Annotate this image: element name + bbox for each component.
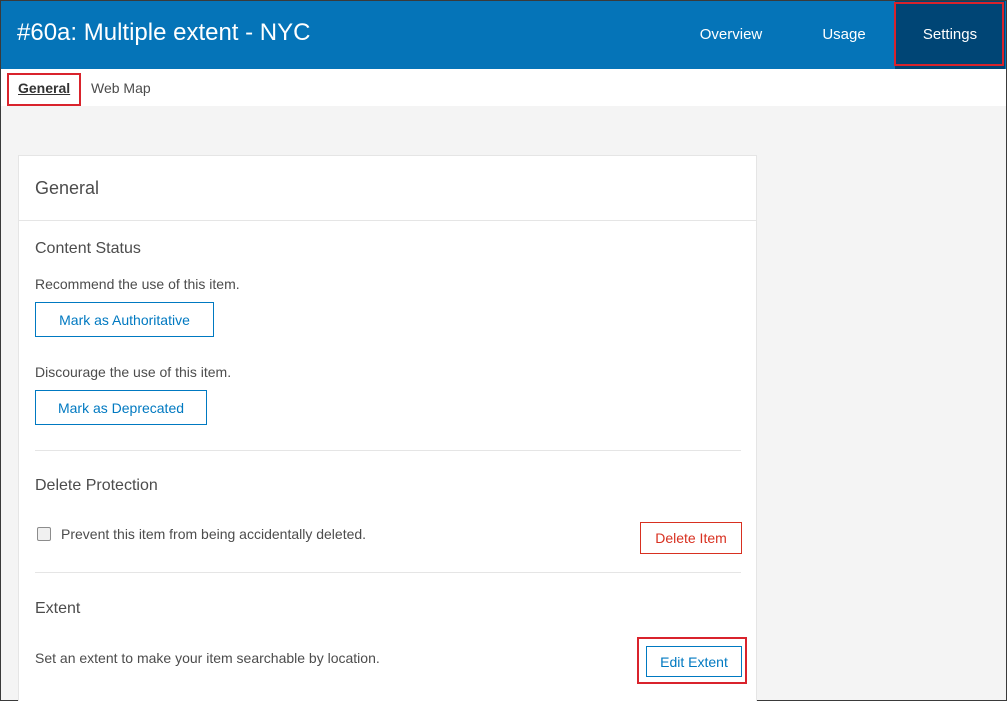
top-header: #60a: Multiple extent - NYC Overview Usa… — [1, 1, 1006, 69]
section-divider — [35, 572, 741, 573]
delete-protection-label: Prevent this item from being accidentall… — [61, 526, 367, 542]
recommend-text: Recommend the use of this item. — [35, 276, 240, 292]
sub-navigation: General Web Map — [1, 69, 1006, 106]
delete-protection-checkbox[interactable] — [37, 527, 51, 541]
mark-authoritative-button[interactable]: Mark as Authoritative — [35, 302, 214, 337]
subtab-general[interactable]: General — [18, 80, 70, 96]
subtab-web-map[interactable]: Web Map — [91, 80, 151, 96]
edit-extent-button[interactable]: Edit Extent — [646, 646, 742, 677]
content-status-title: Content Status — [35, 240, 141, 257]
general-settings-card: General Content Status Recommend the use… — [18, 155, 757, 701]
page-title: #60a: Multiple extent - NYC — [17, 19, 311, 46]
extent-text: Set an extent to make your item searchab… — [35, 650, 380, 666]
delete-item-button[interactable]: Delete Item — [640, 522, 742, 554]
extent-title: Extent — [35, 600, 81, 617]
tab-settings[interactable]: Settings — [895, 1, 1005, 69]
section-divider — [35, 450, 741, 451]
discourage-text: Discourage the use of this item. — [35, 364, 232, 380]
mark-deprecated-button[interactable]: Mark as Deprecated — [35, 390, 207, 425]
card-divider — [19, 220, 756, 221]
tab-overview[interactable]: Overview — [681, 1, 781, 69]
tab-usage[interactable]: Usage — [801, 1, 887, 69]
delete-protection-title: Delete Protection — [35, 477, 158, 494]
card-title: General — [35, 178, 100, 198]
